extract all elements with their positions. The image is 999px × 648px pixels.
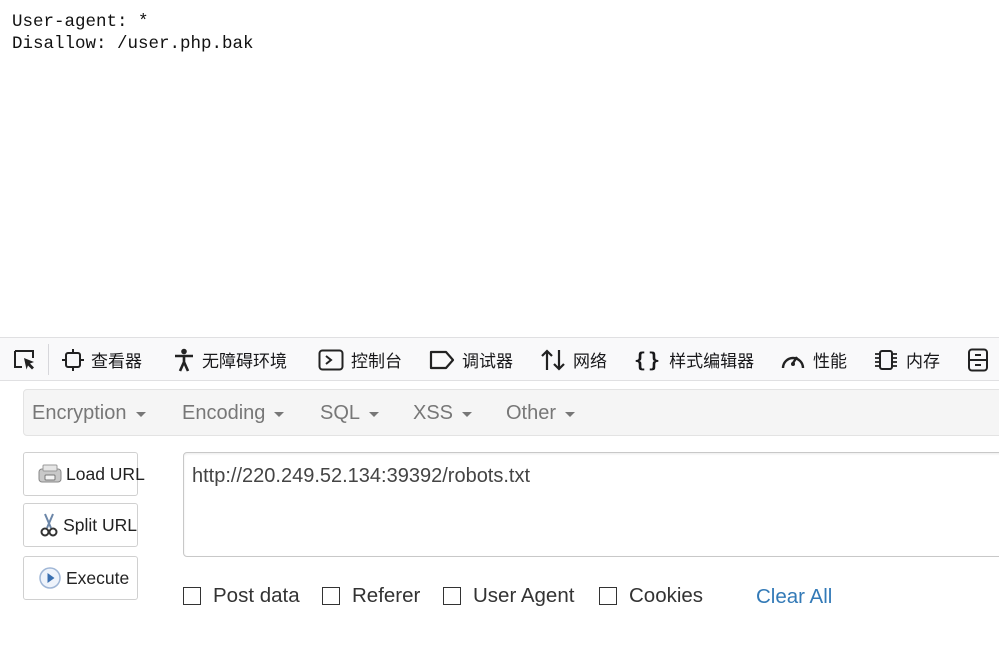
- devtools-toolbar: 查看器 无障碍环境 控制台 调试器 网络 {} 样式编辑器 性能 内存: [0, 337, 999, 381]
- robots-line-2: Disallow: /user.php.bak: [12, 34, 254, 54]
- user-agent-checkbox[interactable]: [443, 587, 461, 605]
- user-agent-option[interactable]: User Agent: [443, 584, 575, 607]
- clear-all-link[interactable]: Clear All: [756, 585, 832, 609]
- tab-network[interactable]: 网络: [540, 338, 607, 381]
- pick-element-button[interactable]: [12, 338, 38, 381]
- tab-debugger[interactable]: 调试器: [429, 338, 513, 381]
- caret-down-icon: [462, 411, 473, 417]
- debugger-icon: [429, 350, 455, 370]
- tab-console-label: 控制台: [351, 352, 402, 372]
- tab-style-editor-label: 样式编辑器: [669, 352, 755, 372]
- post-data-label: Post data: [213, 584, 300, 607]
- post-data-option[interactable]: Post data: [183, 584, 300, 607]
- caret-down-icon: [369, 411, 380, 417]
- split-url-label: Split URL: [63, 514, 137, 535]
- performance-icon: [780, 349, 806, 371]
- robots-txt-content: User-agent: * Disallow: /user.php.bak: [12, 11, 254, 55]
- load-url-label: Load URL: [66, 463, 145, 484]
- tab-performance[interactable]: 性能: [780, 338, 847, 381]
- tab-console[interactable]: 控制台: [318, 338, 402, 381]
- caret-down-icon: [565, 411, 576, 417]
- play-icon: [38, 566, 62, 590]
- storage-icon: [966, 348, 990, 372]
- tab-inspector-label: 查看器: [91, 352, 142, 372]
- toolbar-divider: [48, 344, 49, 375]
- tab-storage[interactable]: [966, 338, 990, 381]
- tab-debugger-label: 调试器: [462, 352, 513, 372]
- cookies-checkbox[interactable]: [599, 587, 617, 605]
- execute-label: Execute: [66, 567, 130, 588]
- style-editor-icon: {}: [634, 347, 663, 372]
- menu-sql-label: SQL: [320, 401, 361, 424]
- caret-down-icon: [274, 411, 285, 417]
- url-textarea[interactable]: http://220.249.52.134:39392/robots.txt: [183, 452, 999, 557]
- load-url-icon: [38, 462, 62, 486]
- split-url-button[interactable]: Split URL: [23, 503, 138, 547]
- memory-icon: [873, 348, 899, 372]
- menu-encryption-label: Encryption: [32, 401, 127, 424]
- robots-line-1: User-agent: *: [12, 12, 149, 32]
- menu-encryption[interactable]: Encryption: [32, 390, 146, 436]
- referer-option[interactable]: Referer: [322, 584, 421, 607]
- menu-encoding-label: Encoding: [182, 401, 266, 424]
- menu-sql[interactable]: SQL: [320, 390, 380, 436]
- referer-label: Referer: [352, 584, 421, 607]
- load-url-button[interactable]: Load URL: [23, 452, 145, 496]
- menu-xss[interactable]: XSS: [413, 390, 473, 436]
- tab-accessibility[interactable]: 无障碍环境: [173, 338, 287, 381]
- tab-style-editor[interactable]: {} 样式编辑器: [634, 338, 754, 381]
- referer-checkbox[interactable]: [322, 587, 340, 605]
- url-value: http://220.249.52.134:39392/robots.txt: [192, 465, 531, 487]
- caret-down-icon: [135, 411, 146, 417]
- pick-element-icon: [12, 347, 38, 373]
- menu-other[interactable]: Other: [506, 390, 576, 436]
- tab-performance-label: 性能: [813, 352, 847, 372]
- user-agent-label: User Agent: [473, 584, 575, 607]
- network-icon: [540, 348, 566, 372]
- cookies-label: Cookies: [629, 584, 704, 607]
- tab-inspector[interactable]: 查看器: [62, 338, 142, 381]
- tab-network-label: 网络: [573, 352, 607, 372]
- console-icon: [318, 349, 344, 371]
- tab-memory-label: 内存: [906, 352, 940, 372]
- hackbar-menu: Encryption Encoding SQL XSS Other: [23, 389, 999, 436]
- execute-button[interactable]: Execute: [23, 556, 138, 600]
- post-data-checkbox[interactable]: [183, 587, 201, 605]
- scissors-icon: [38, 513, 59, 537]
- cookies-option[interactable]: Cookies: [599, 584, 704, 607]
- inspector-icon: [62, 348, 84, 371]
- tab-memory[interactable]: 内存: [873, 338, 940, 381]
- accessibility-icon: [173, 348, 195, 372]
- tab-accessibility-label: 无障碍环境: [202, 352, 287, 372]
- menu-encoding[interactable]: Encoding: [182, 390, 285, 436]
- menu-xss-label: XSS: [413, 401, 454, 424]
- menu-other-label: Other: [506, 401, 557, 424]
